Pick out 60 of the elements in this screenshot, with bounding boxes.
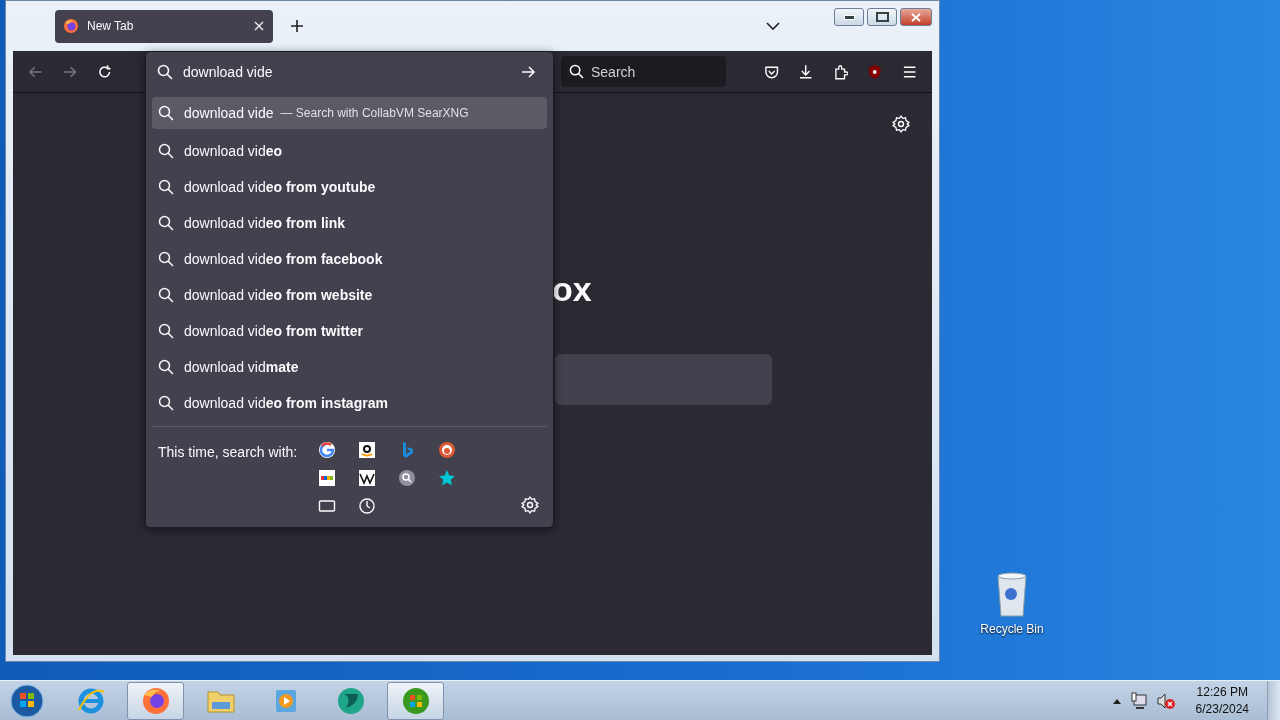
amazon-icon[interactable] — [358, 441, 376, 459]
suggestion-item[interactable]: download video from instagram — [152, 385, 547, 421]
logo-text: ox — [552, 269, 593, 309]
suggestion-item[interactable]: download video from youtube — [152, 169, 547, 205]
suggestion-item[interactable]: download video — [152, 133, 547, 169]
shield-icon[interactable] — [867, 63, 883, 80]
search-icon — [158, 395, 174, 411]
download-icon[interactable] — [798, 63, 814, 80]
suggestion-item[interactable]: download video from link — [152, 205, 547, 241]
search-icon — [158, 143, 174, 159]
duck-icon[interactable] — [438, 441, 456, 459]
speaker-icon[interactable] — [1155, 691, 1176, 710]
search-with-label: This time, search with: — [158, 444, 299, 460]
trash-bin-icon — [995, 572, 1029, 618]
network-icon[interactable] — [1129, 691, 1148, 710]
start-button[interactable] — [10, 683, 44, 718]
search-icon — [158, 323, 174, 339]
close-icon[interactable] — [253, 20, 265, 32]
magnifier-icon[interactable] — [398, 469, 416, 487]
chevron-icon[interactable] — [766, 21, 780, 31]
suggestion-item[interactable]: download vide — Search with CollabVM SearXNG — [152, 97, 547, 129]
history-icon[interactable] — [358, 497, 376, 515]
settings-icon[interactable] — [521, 496, 539, 514]
tab-icon[interactable] — [318, 497, 336, 515]
close-button[interactable] — [900, 8, 932, 26]
arrow-icon[interactable] — [520, 64, 536, 80]
search-icon — [158, 105, 174, 121]
search-icon — [158, 215, 174, 231]
maximize-button[interactable] — [867, 8, 897, 26]
taskbar-app[interactable] — [127, 681, 184, 720]
suggestion-item[interactable]: download video from facebook — [152, 241, 547, 277]
suggestion-item[interactable]: download vidmate — [152, 349, 547, 385]
search-icon — [157, 64, 173, 80]
plus-icon[interactable] — [290, 19, 304, 33]
settings-icon[interactable] — [892, 115, 910, 133]
ebay-icon[interactable] — [318, 469, 336, 487]
globe-icon — [335, 685, 366, 716]
firefox-icon — [140, 685, 171, 716]
star-icon[interactable] — [438, 469, 456, 487]
search-icon — [158, 359, 174, 375]
search-icon — [158, 179, 174, 195]
taskbar-app[interactable] — [387, 681, 444, 720]
desktop-shortcut[interactable]: Recycle Bin — [978, 572, 1046, 636]
clock[interactable]: 12:26 PM 6/23/2024 — [1195, 683, 1249, 718]
reload-icon[interactable] — [96, 63, 113, 80]
minimize-button[interactable] — [834, 8, 864, 26]
search-icon — [158, 287, 174, 303]
address-field[interactable]: download vide — [152, 52, 547, 92]
pocket-icon[interactable] — [764, 63, 780, 80]
firefox-icon — [63, 18, 79, 34]
browser-tab[interactable]: New Tab — [55, 9, 273, 43]
suggestion-item[interactable]: download video from website — [152, 277, 547, 313]
puzzle-icon[interactable] — [832, 63, 849, 80]
google-icon[interactable] — [318, 441, 336, 459]
suggestion-item[interactable]: download video from twitter — [152, 313, 547, 349]
windows-logo-icon — [400, 685, 431, 716]
wikipedia-icon[interactable] — [358, 469, 376, 487]
search-icon — [158, 251, 174, 267]
search-field[interactable]: Search — [561, 56, 726, 87]
menu-icon[interactable] — [901, 63, 917, 80]
